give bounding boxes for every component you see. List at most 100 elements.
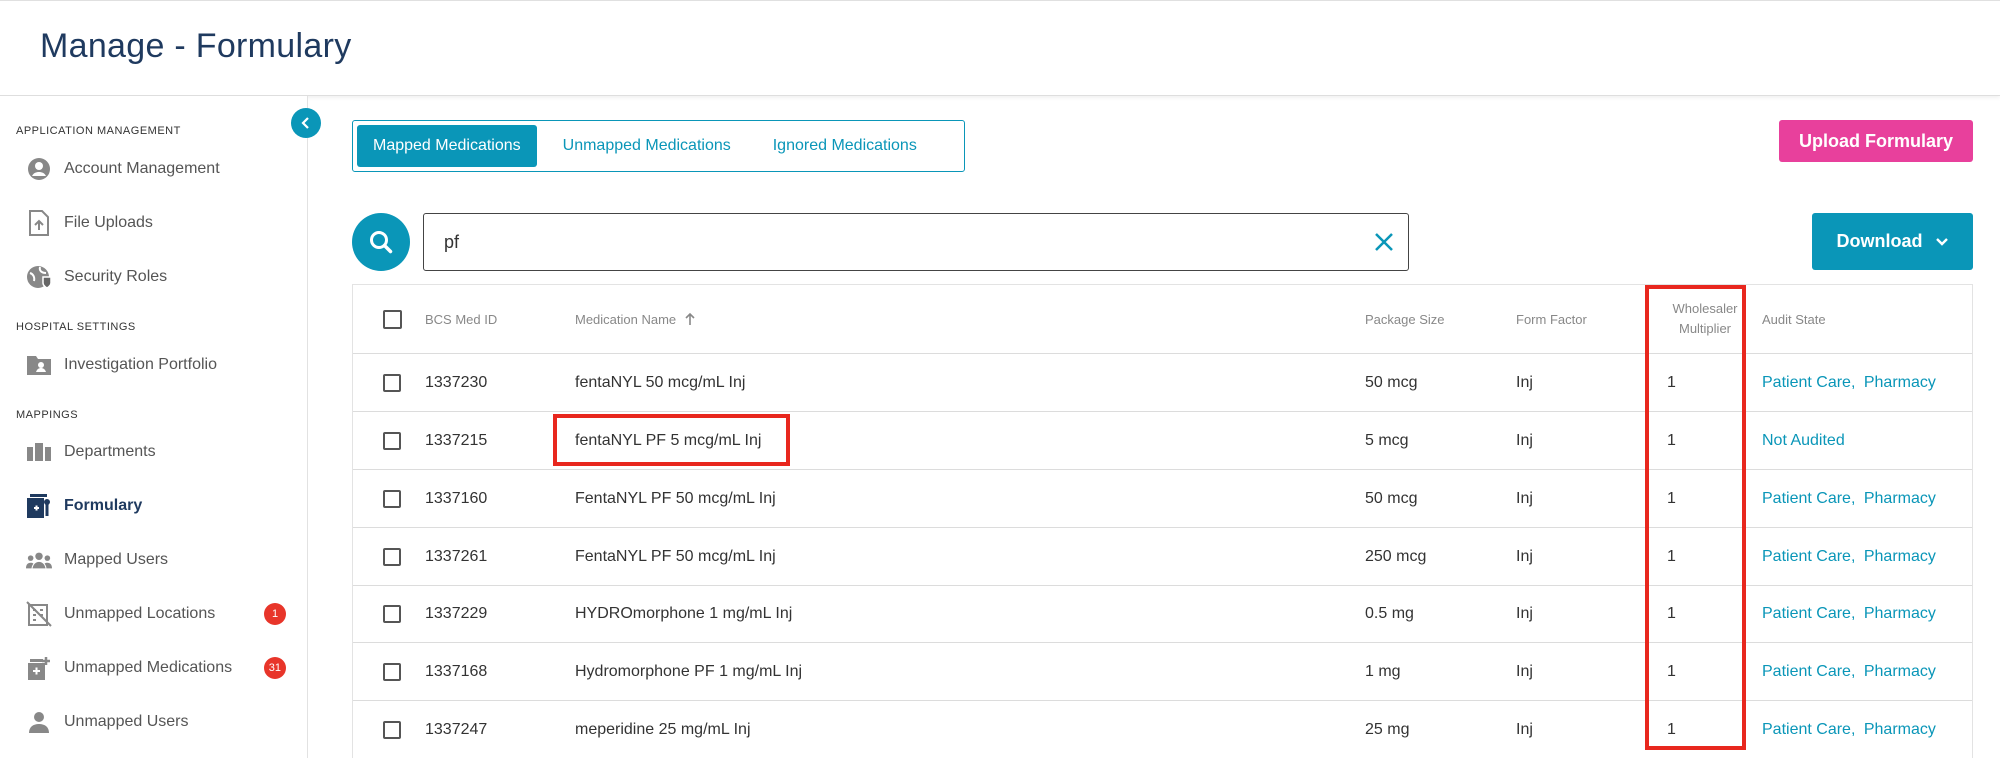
download-button[interactable]: Download — [1812, 213, 1973, 270]
search-button[interactable] — [352, 213, 410, 271]
tab-ignored-medications[interactable]: Ignored Medications — [757, 125, 933, 167]
tab-mapped-medications[interactable]: Mapped Medications — [357, 125, 537, 167]
sidebar-item-unmapped-locations[interactable]: Unmapped Locations 1 — [26, 594, 286, 634]
wholesaler-multiplier-cell: 1 — [1667, 431, 1676, 449]
audit-state-link[interactable]: Pharmacy — [1864, 663, 1936, 681]
row-checkbox[interactable] — [383, 547, 401, 566]
page-title: Manage - Formulary — [40, 27, 352, 65]
wholesaler-multiplier-cell: 1 — [1667, 605, 1676, 622]
med-id-cell: 1337247 — [425, 720, 488, 738]
select-all-checkbox[interactable] — [383, 309, 402, 329]
form-factor-cell: Inj — [1516, 605, 1533, 622]
top-bar: Manage - Formulary — [0, 0, 2000, 96]
sidebar: Application Management Account Managemen… — [0, 96, 308, 758]
search-icon — [370, 231, 393, 254]
upload-formulary-button[interactable]: Upload Formulary — [1779, 120, 1973, 162]
sort-ascending-icon — [685, 312, 695, 325]
table-row[interactable]: 1337168 Hydromorphone PF 1 mg/mL Inj 1 m… — [353, 643, 1972, 701]
sidebar-item-account-management[interactable]: Account Management — [26, 149, 286, 189]
column-header-medication-name[interactable]: Medication Name — [575, 285, 696, 353]
audit-state-link[interactable]: Patient Care, — [1762, 605, 1855, 623]
sidebar-item-label: Formulary — [64, 497, 143, 514]
sidebar-item-label: Security Roles — [64, 268, 168, 285]
audit-state-cell: Patient Care, Pharmacy — [1762, 586, 1936, 642]
row-checkbox[interactable] — [383, 489, 401, 508]
column-header-bcs-med-id[interactable]: BCS Med ID — [425, 285, 497, 353]
audit-state-link[interactable]: Pharmacy — [1864, 548, 1936, 566]
form-factor-cell: Inj — [1516, 662, 1533, 680]
sidebar-item-formulary[interactable]: Formulary — [26, 486, 286, 526]
audit-state-link[interactable]: Not Audited — [1762, 432, 1845, 450]
audit-state-link[interactable]: Pharmacy — [1864, 374, 1936, 392]
audit-state-link[interactable]: Patient Care, — [1762, 548, 1855, 566]
formulary-icon — [26, 493, 52, 519]
medication-add-icon — [26, 655, 52, 681]
row-checkbox[interactable] — [383, 373, 401, 392]
medication-name-cell: FentaNYL PF 50 mcg/mL Inj — [575, 547, 776, 565]
package-size-cell: 50 mcg — [1365, 489, 1418, 507]
wholesaler-multiplier-cell: 1 — [1667, 662, 1676, 680]
sidebar-item-mapped-users[interactable]: Mapped Users — [26, 540, 286, 580]
audit-state-cell: Patient Care, Pharmacy — [1762, 643, 1936, 700]
search-input[interactable] — [444, 214, 1344, 270]
table-row[interactable]: 1337160 FentaNYL PF 50 mcg/mL Inj 50 mcg… — [353, 470, 1972, 528]
med-id-cell: 1337230 — [425, 373, 488, 391]
audit-state-cell: Patient Care, Pharmacy — [1762, 528, 1936, 585]
sidebar-item-security-roles[interactable]: Security Roles — [26, 257, 286, 297]
audit-state-link[interactable]: Patient Care, — [1762, 374, 1855, 392]
package-size-cell: 1 mg — [1365, 662, 1401, 680]
file-upload-icon — [26, 210, 52, 236]
sidebar-item-label: Unmapped Users — [64, 713, 189, 730]
form-factor-cell: Inj — [1516, 373, 1533, 391]
sidebar-item-label: File Uploads — [64, 214, 153, 231]
column-header-package-size[interactable]: Package Size — [1365, 285, 1445, 353]
tab-unmapped-medications[interactable]: Unmapped Medications — [547, 125, 747, 167]
audit-state-link[interactable]: Patient Care, — [1762, 721, 1855, 739]
package-size-cell: 50 mcg — [1365, 373, 1418, 391]
collapse-sidebar-button[interactable] — [291, 108, 321, 138]
sidebar-item-label: Mapped Users — [64, 551, 169, 568]
sidebar-item-label: Unmapped Locations — [64, 605, 216, 622]
sidebar-item-unmapped-medications[interactable]: Unmapped Medications 31 — [26, 648, 286, 688]
column-header-audit-state[interactable]: Audit State — [1762, 285, 1826, 353]
departments-icon — [26, 439, 52, 465]
sidebar-item-departments[interactable]: Departments — [26, 432, 286, 472]
package-size-cell: 0.5 mg — [1365, 605, 1414, 622]
column-header-form-factor[interactable]: Form Factor — [1516, 285, 1587, 353]
sidebar-item-label: Account Management — [64, 160, 220, 177]
med-id-cell: 1337261 — [425, 547, 488, 565]
package-size-cell: 25 mg — [1365, 720, 1410, 738]
audit-state-link[interactable]: Pharmacy — [1864, 490, 1936, 508]
audit-state-cell: Patient Care, Pharmacy — [1762, 354, 1936, 411]
chevron-down-icon — [1935, 237, 1948, 246]
row-checkbox[interactable] — [383, 720, 401, 739]
clear-search-button[interactable] — [1372, 230, 1396, 254]
audit-state-link[interactable]: Patient Care, — [1762, 663, 1855, 681]
column-header-wholesaler-multiplier[interactable]: Wholesaler Multiplier — [1663, 285, 1747, 353]
row-checkbox[interactable] — [383, 605, 401, 623]
wholesaler-multiplier-cell: 1 — [1667, 547, 1676, 565]
audit-state-link[interactable]: Pharmacy — [1864, 605, 1936, 623]
person-icon — [26, 709, 52, 735]
medication-name-cell: Hydromorphone PF 1 mg/mL Inj — [575, 662, 803, 680]
audit-state-link[interactable]: Pharmacy — [1864, 721, 1936, 739]
table-row[interactable]: 1337215 fentaNYL PF 5 mcg/mL Inj 5 mcg I… — [353, 412, 1972, 470]
form-factor-cell: Inj — [1516, 547, 1533, 565]
row-checkbox[interactable] — [383, 431, 401, 450]
med-id-cell: 1337168 — [425, 662, 488, 680]
column-header-label: Medication Name — [575, 311, 677, 327]
form-factor-cell: Inj — [1516, 431, 1533, 449]
package-size-cell: 5 mcg — [1365, 431, 1409, 449]
sidebar-item-investigation-portfolio[interactable]: Investigation Portfolio — [26, 345, 286, 385]
unmapped-medications-count-badge: 31 — [263, 657, 286, 679]
table-row[interactable]: 1337247 meperidine 25 mg/mL Inj 25 mg In… — [353, 701, 1972, 758]
table-row[interactable]: 1337230 fentaNYL 50 mcg/mL Inj 50 mcg In… — [353, 354, 1972, 412]
table-row[interactable]: 1337229 HYDROmorphone 1 mg/mL Inj 0.5 mg… — [353, 586, 1972, 643]
sidebar-item-file-uploads[interactable]: File Uploads — [26, 203, 286, 243]
security-globe-icon — [26, 264, 52, 290]
audit-state-link[interactable]: Patient Care, — [1762, 490, 1855, 508]
row-checkbox[interactable] — [383, 662, 401, 681]
table-row[interactable]: 1337261 FentaNYL PF 50 mcg/mL Inj 250 mc… — [353, 528, 1972, 586]
medication-name-cell: meperidine 25 mg/mL Inj — [575, 720, 751, 738]
sidebar-item-unmapped-users[interactable]: Unmapped Users — [26, 702, 286, 742]
